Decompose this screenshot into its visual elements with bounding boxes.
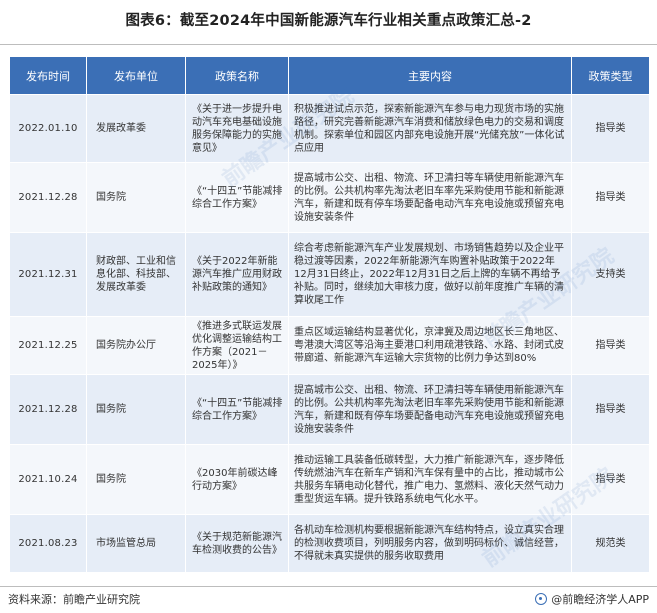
source-note: 资料来源：前瞻产业研究院	[8, 593, 140, 606]
page-title: 图表6：截至2024年中国新能源汽车行业相关重点政策汇总-2	[125, 13, 532, 29]
table-row: 2021.12.25 国务院办公厅 《推进多式联运发展优化调整运输结构工作方案（…	[9, 316, 650, 375]
cell-policy-type: 指导类	[571, 444, 650, 515]
cell-date: 2021.12.25	[9, 316, 87, 375]
cell-date: 2021.10.24	[9, 444, 87, 515]
header-main-content: 主要内容	[288, 56, 572, 95]
cell-policy-name: 《关于进一步提升电动汽车充电基础设施服务保障能力的实施意见》	[185, 94, 289, 163]
policy-table: 发布时间 发布单位 政策名称 主要内容 政策类型 2022.01.10 发展改革…	[9, 56, 650, 573]
cell-main-content: 推动运输工具装备低碳转型，大力推广新能源汽车，逐步降低传统燃油汽车在新车产销和汽…	[288, 444, 572, 515]
cell-main-content: 各机动车检测机构要根据新能源汽车结构特点，设立真实合理的检测收费项目，列明服务内…	[288, 514, 572, 573]
cell-main-content: 综合考虑新能源汽车产业发展规划、市场销售趋势以及企业平稳过渡等因素，2022年新…	[288, 232, 572, 317]
cell-org: 国务院	[86, 374, 186, 445]
cell-org: 财政部、工业和信息化部、科技部、发展改革委	[86, 232, 186, 317]
table-row: 2021.12.28 国务院 《“十四五”节能减排综合工作方案》 提高城市公交、…	[9, 162, 650, 233]
cell-policy-type: 指导类	[571, 94, 650, 163]
cell-org: 国务院	[86, 444, 186, 515]
table-row: 2021.12.31 财政部、工业和信息化部、科技部、发展改革委 《关于2022…	[9, 232, 650, 317]
table-row: 2022.01.10 发展改革委 《关于进一步提升电动汽车充电基础设施服务保障能…	[9, 94, 650, 163]
cell-date: 2021.12.28	[9, 374, 87, 445]
cell-policy-type: 支持类	[571, 232, 650, 317]
table-row: 2021.12.28 国务院 《“十四五”节能减排综合工作方案》 提高城市公交、…	[9, 374, 650, 445]
header-org: 发布单位	[86, 56, 186, 95]
cell-policy-name: 《“十四五”节能减排综合工作方案》	[185, 374, 289, 445]
cell-date: 2022.01.10	[9, 94, 87, 163]
brand-text: @前瞻经济学人APP	[551, 593, 649, 606]
cell-policy-name: 《2030年前碳达峰行动方案》	[185, 444, 289, 515]
cell-date: 2021.12.28	[9, 162, 87, 233]
table-row: 2021.08.23 市场监管总局 《关于规范新能源汽车检测收费的公告》 各机动…	[9, 514, 650, 573]
title-divider	[0, 44, 657, 45]
cell-policy-name: 《“十四五”节能减排综合工作方案》	[185, 162, 289, 233]
footer-divider	[0, 586, 657, 587]
header-policy-name: 政策名称	[185, 56, 289, 95]
header-date: 发布时间	[9, 56, 87, 95]
cell-policy-type: 规范类	[571, 514, 650, 573]
cell-policy-type: 指导类	[571, 316, 650, 375]
cell-date: 2021.12.31	[9, 232, 87, 317]
cell-org: 市场监管总局	[86, 514, 186, 573]
cell-org: 国务院	[86, 162, 186, 233]
table-row: 2021.10.24 国务院 《2030年前碳达峰行动方案》 推动运输工具装备低…	[9, 444, 650, 515]
table-header-row: 发布时间 发布单位 政策名称 主要内容 政策类型	[9, 56, 650, 95]
cell-main-content: 积极推进试点示范，探索新能源汽车参与电力现货市场的实施路径，研究完善新能源汽车消…	[288, 94, 572, 163]
cell-policy-type: 指导类	[571, 374, 650, 445]
brand-logo-icon	[535, 593, 548, 605]
cell-policy-name: 《关于规范新能源汽车检测收费的公告》	[185, 514, 289, 573]
header-policy-type: 政策类型	[571, 56, 650, 95]
cell-org: 发展改革委	[86, 94, 186, 163]
cell-main-content: 提高城市公交、出租、物流、环卫清扫等车辆使用新能源汽车的比例。公共机构率先淘汰老…	[288, 374, 572, 445]
cell-policy-name: 《推进多式联运发展优化调整运输结构工作方案（2021－2025年）》	[185, 316, 289, 375]
cell-main-content: 重点区域运输结构显著优化，京津冀及周边地区长三角地区、粤港澳大湾区等沿海主要港口…	[288, 316, 572, 375]
brand-credit: @前瞻经济学人APP	[535, 591, 649, 607]
cell-org: 国务院办公厅	[86, 316, 186, 375]
cell-date: 2021.08.23	[9, 514, 87, 573]
cell-policy-name: 《关于2022年新能源汽车推广应用财政补贴政策的通知》	[185, 232, 289, 317]
cell-policy-type: 指导类	[571, 162, 650, 233]
cell-main-content: 提高城市公交、出租、物流、环卫清扫等车辆使用新能源汽车的比例。公共机构率先淘汰老…	[288, 162, 572, 233]
